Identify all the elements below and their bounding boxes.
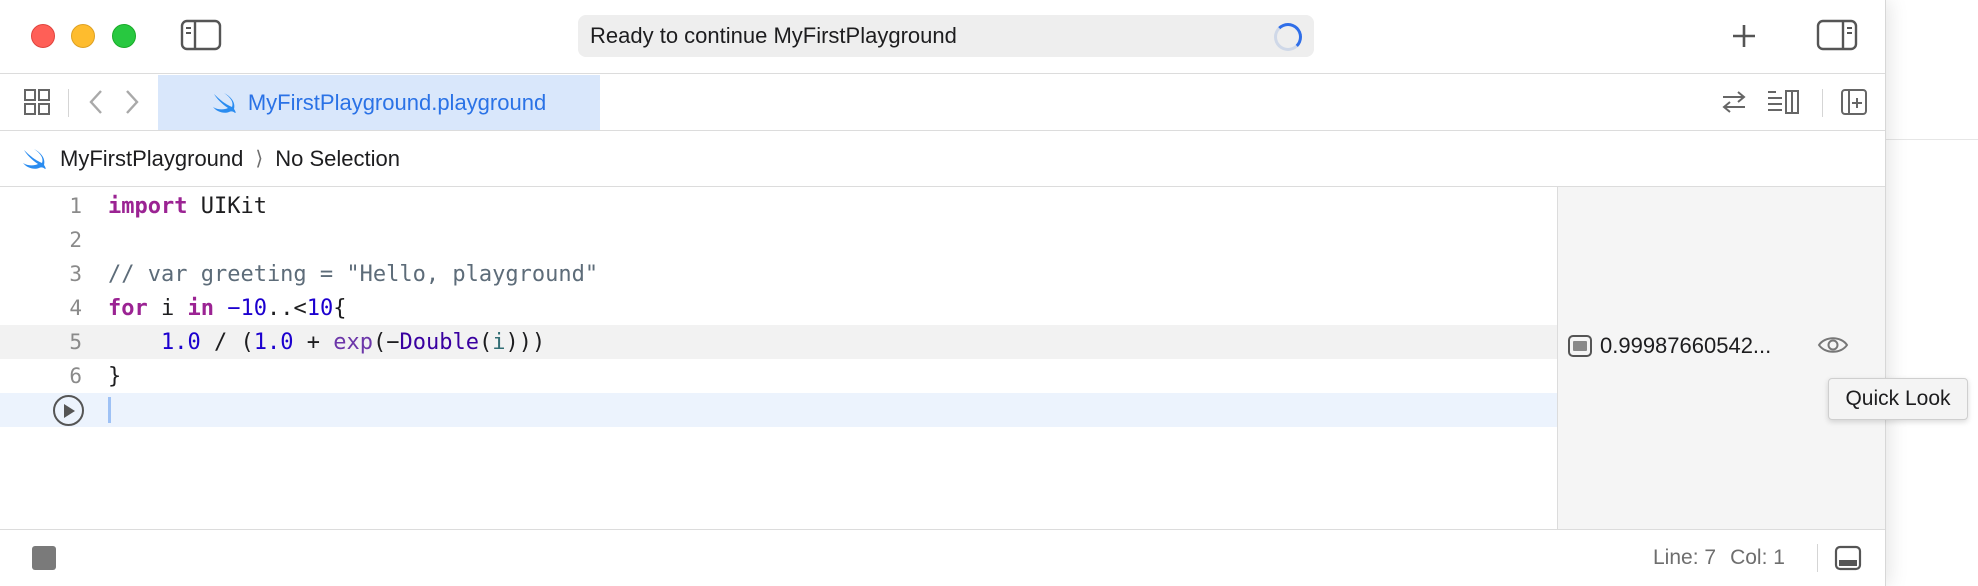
activity-viewer: Ready to continue MyFirstPlayground (578, 15, 1314, 57)
code-line[interactable]: 3 // var greeting = "Hello, playground" (0, 257, 1557, 291)
jump-bar: MyFirstPlayground ⟩ No Selection (0, 131, 1885, 187)
tab-bar: MyFirstPlayground.playground (0, 75, 1885, 131)
line-indicator: Line: 7 (1653, 546, 1717, 569)
run-to-line-play-icon[interactable] (53, 395, 84, 426)
cursor-position: Line: 7 Col: 1 (1653, 546, 1785, 570)
swift-icon (23, 148, 46, 169)
jumpbar-project[interactable]: MyFirstPlayground (60, 146, 243, 172)
bottom-bar: Line: 7 Col: 1 (0, 529, 1885, 586)
add-library-icon[interactable] (1726, 18, 1762, 54)
code-editor[interactable]: 1 import UIKit 2 3 // var greeting = "He… (0, 187, 1557, 529)
results-sidebar: 0.99987660542... (1557, 187, 1885, 529)
tab-playground[interactable]: MyFirstPlayground.playground (158, 75, 600, 130)
result-row[interactable]: 0.99987660542... (1558, 329, 1885, 363)
line-number: 4 (69, 296, 82, 320)
divider (1817, 544, 1818, 572)
swap-editors-icon[interactable] (1718, 87, 1750, 117)
inspector-toggle-icon[interactable] (1816, 18, 1858, 52)
result-type-icon (1568, 335, 1592, 357)
quick-look-eye-icon[interactable] (1817, 334, 1849, 356)
debug-area-toggle-icon[interactable] (1834, 544, 1862, 572)
activity-status-text: Ready to continue MyFirstPlayground (590, 23, 957, 48)
progress-spinner-icon (1274, 23, 1302, 51)
code-line[interactable]: 2 (0, 223, 1557, 257)
quick-look-tooltip: Quick Look (1828, 378, 1968, 420)
line-number: 3 (69, 262, 82, 286)
code-line-current[interactable] (0, 393, 1557, 427)
code-line[interactable]: 1 import UIKit (0, 189, 1557, 223)
code-line[interactable]: 5 1.0 / (1.0 + exp(−Double(i))) (0, 325, 1557, 359)
navigate-forward-icon[interactable] (120, 87, 144, 117)
line-number: 2 (69, 228, 82, 252)
column-indicator: Col: 1 (1730, 546, 1785, 569)
divider (1822, 89, 1823, 117)
editor-options-icon[interactable] (1766, 87, 1806, 117)
title-bar: Ready to continue MyFirstPlayground (0, 0, 1885, 74)
divider (68, 89, 69, 117)
xcode-window: Ready to continue MyFirstPlayground MyFi… (0, 0, 1886, 586)
code-line[interactable]: 6 } (0, 359, 1557, 393)
line-number: 6 (69, 364, 82, 388)
background-window (1886, 0, 1978, 586)
navigator-toggle-icon[interactable] (180, 18, 222, 52)
line-number: 1 (69, 194, 82, 218)
close-window-button[interactable] (31, 24, 55, 48)
result-value: 0.99987660542... (1600, 333, 1772, 358)
tab-label: MyFirstPlayground.playground (247, 89, 547, 115)
related-items-grid-icon[interactable] (22, 87, 52, 117)
text-cursor (108, 397, 111, 423)
swift-icon (212, 92, 236, 113)
jumpbar-selection[interactable]: No Selection (275, 146, 400, 172)
zoom-window-button[interactable] (112, 24, 136, 48)
tooltip-text: Quick Look (1845, 387, 1951, 410)
navigate-back-icon[interactable] (84, 87, 108, 117)
code-line[interactable]: 4 for i in −10..<10{ (0, 291, 1557, 325)
line-number: 5 (69, 330, 82, 354)
minimize-window-button[interactable] (71, 24, 95, 48)
stop-icon[interactable] (32, 546, 56, 570)
chevron-right-icon: ⟩ (255, 148, 264, 170)
add-editor-icon[interactable] (1839, 87, 1869, 117)
